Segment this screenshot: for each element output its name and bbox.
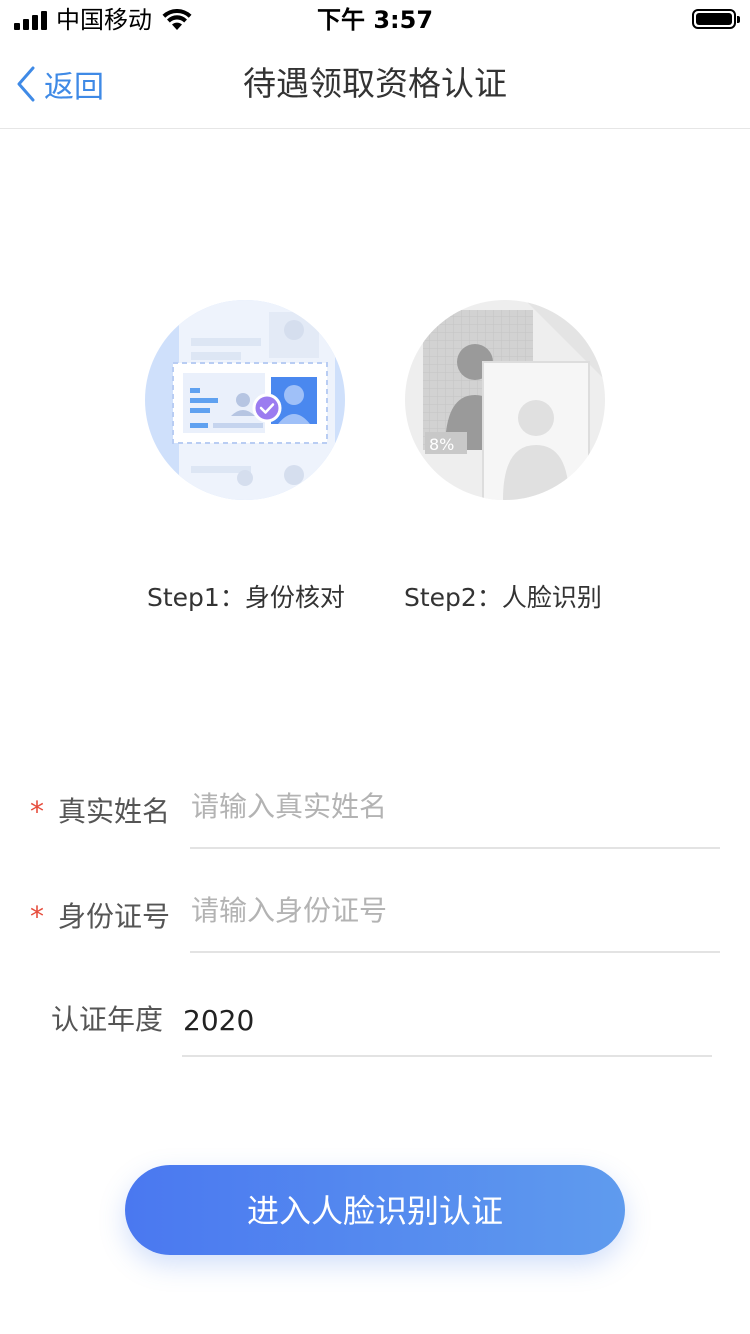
status-time: 下午 3:57 bbox=[316, 6, 434, 34]
start-face-recognition-button[interactable]: 进入人脸识别认证 bbox=[125, 1165, 625, 1255]
name-row: * 真实姓名 bbox=[0, 780, 750, 860]
battery-icon bbox=[692, 9, 740, 29]
year-label: 认证年度 bbox=[51, 1003, 164, 1036]
step1-label: Step1：身份核对 bbox=[147, 583, 345, 612]
name-input[interactable] bbox=[191, 786, 711, 826]
id-number-input[interactable] bbox=[191, 890, 711, 930]
id-card-verify-illustration bbox=[145, 300, 345, 500]
step2-label: Step2：人脸识别 bbox=[404, 583, 602, 612]
year-input[interactable] bbox=[183, 1000, 703, 1040]
status-bar: 中国移动 下午 3:57 bbox=[0, 0, 750, 40]
id-number-label: 身份证号 bbox=[58, 900, 171, 933]
face-match-percent: 8% bbox=[429, 435, 454, 454]
id-number-row: * 身份证号 bbox=[0, 885, 750, 965]
name-label: 真实姓名 bbox=[58, 795, 171, 828]
required-mark: * bbox=[30, 795, 44, 828]
id-number-underline bbox=[190, 951, 720, 953]
required-mark: * bbox=[30, 900, 44, 933]
navigation-bar: 返回 待遇领取资格认证 bbox=[0, 40, 750, 129]
name-underline bbox=[190, 847, 720, 849]
page-title: 待遇领取资格认证 bbox=[243, 64, 507, 103]
year-underline bbox=[182, 1055, 712, 1057]
face-recognition-illustration: 8% bbox=[405, 300, 605, 500]
year-row: 认证年度 bbox=[0, 990, 750, 1070]
